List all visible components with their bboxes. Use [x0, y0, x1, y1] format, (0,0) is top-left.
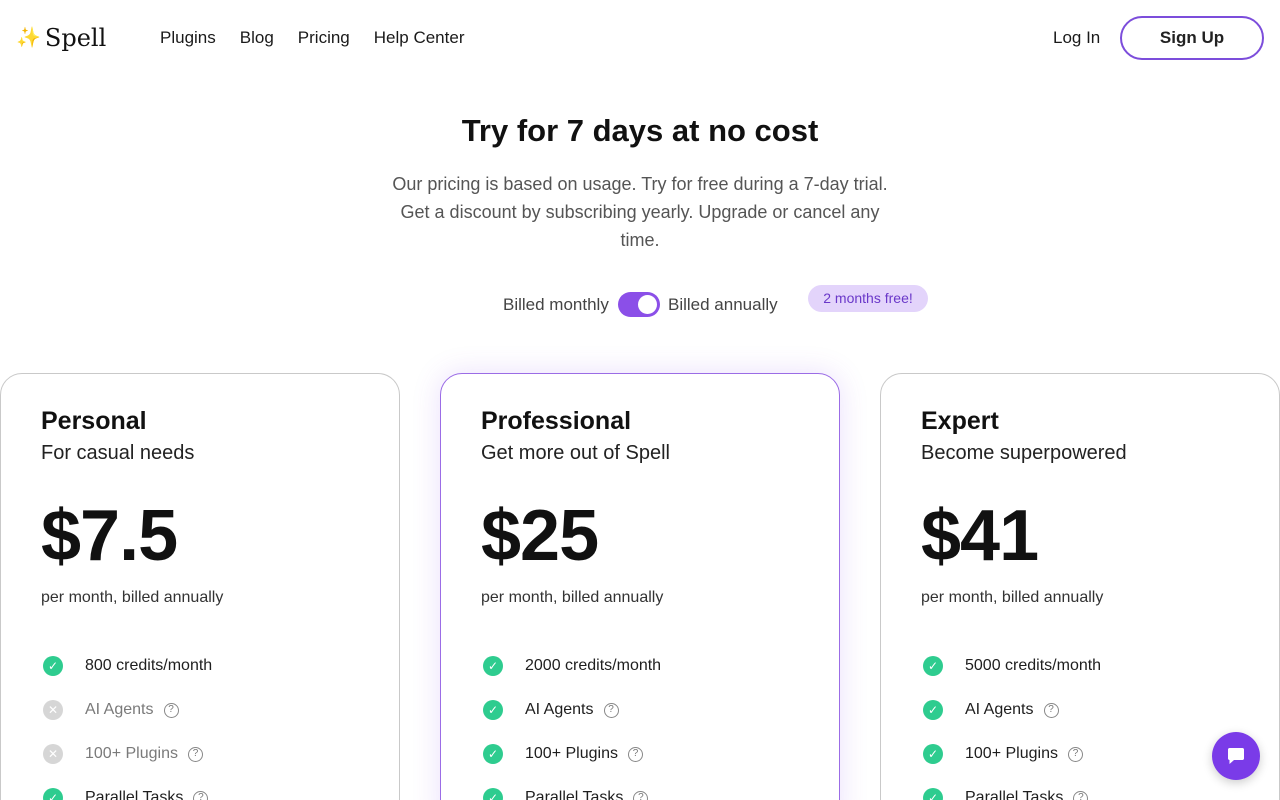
feature-item: ✕ AI Agents ? — [41, 688, 359, 732]
feature-list: ✓ 2000 credits/month ✓ AI Agents ? ✓ 100… — [481, 644, 799, 800]
plan-tagline: Get more out of Spell — [481, 442, 670, 464]
login-link[interactable]: Log In — [1053, 28, 1100, 48]
feature-item: ✓ AI Agents ? — [921, 688, 1239, 732]
plan-card-professional: Professional Get more out of Spell $25 p… — [440, 373, 840, 800]
page-subtitle: Our pricing is based on usage. Try for f… — [392, 174, 888, 250]
plan-name: Personal — [41, 407, 147, 435]
feature-text: AI Agents — [85, 701, 154, 718]
signup-button[interactable]: Sign Up — [1120, 16, 1264, 60]
feature-text: 100+ Plugins — [85, 745, 178, 762]
price-note: per month, billed annually — [921, 589, 1104, 606]
nav-link-help-center[interactable]: Help Center — [374, 28, 465, 48]
x-icon: ✕ — [43, 700, 63, 720]
sparkles-icon: ✨ — [16, 27, 41, 49]
feature-item: ✓ 100+ Plugins ? — [921, 732, 1239, 776]
check-icon: ✓ — [483, 656, 503, 676]
help-icon[interactable]: ? — [1043, 702, 1059, 718]
feature-text: Parallel Tasks — [965, 789, 1064, 800]
feature-list: ✓ 5000 credits/month ✓ AI Agents ? ✓ 100… — [921, 644, 1239, 800]
feature-item: ✓ 800 credits/month — [41, 644, 359, 688]
nav-link-pricing[interactable]: Pricing — [298, 28, 350, 48]
feature-text: Parallel Tasks — [85, 789, 184, 800]
check-icon: ✓ — [923, 788, 943, 800]
plan-tagline: Become superpowered — [921, 442, 1127, 464]
help-icon[interactable]: ? — [163, 702, 179, 718]
page-title: Try for 7 days at no cost — [461, 113, 819, 148]
feature-text: 2000 credits/month — [525, 657, 662, 674]
feature-text: Parallel Tasks — [525, 789, 624, 800]
plan-price: $41 — [921, 496, 1039, 576]
logo-text: Spell — [44, 24, 107, 52]
plan-tagline: For casual needs — [41, 442, 195, 464]
check-icon: ✓ — [483, 744, 503, 764]
feature-list: ✓ 800 credits/month ✕ AI Agents ? ✕ 100+… — [41, 644, 359, 800]
site-header: ✨ Spell Plugins Blog Pricing Help Center… — [0, 0, 1280, 76]
plan-name: Professional — [481, 407, 632, 435]
feature-text: 100+ Plugins — [965, 745, 1058, 762]
price-note: per month, billed annually — [481, 589, 664, 606]
plan-price: $7.5 — [41, 496, 178, 576]
check-icon: ✓ — [923, 700, 943, 720]
price-note: per month, billed annually — [41, 589, 224, 606]
chat-launcher-button[interactable] — [1212, 732, 1260, 780]
help-icon[interactable]: ? — [187, 746, 203, 762]
help-icon[interactable]: ? — [193, 790, 209, 800]
help-icon[interactable]: ? — [627, 746, 643, 762]
feature-item: ✓ Parallel Tasks ? — [921, 776, 1239, 800]
feature-text: AI Agents — [965, 701, 1034, 718]
billed-monthly-label[interactable]: Billed monthly — [503, 295, 609, 315]
feature-text: 100+ Plugins — [525, 745, 618, 762]
feature-item: ✕ 100+ Plugins ? — [41, 732, 359, 776]
check-icon: ✓ — [923, 656, 943, 676]
plan-name: Expert — [921, 407, 999, 435]
help-icon[interactable]: ? — [633, 790, 649, 800]
promo-badge: 2 months free! — [808, 285, 928, 312]
logo[interactable]: ✨ Spell — [16, 24, 106, 52]
check-icon: ✓ — [483, 788, 503, 800]
help-icon[interactable]: ? — [603, 702, 619, 718]
plan-card-expert: Expert Become superpowered $41 per month… — [880, 373, 1280, 800]
feature-item: ✓ Parallel Tasks ? — [41, 776, 359, 800]
check-icon: ✓ — [923, 744, 943, 764]
check-icon: ✓ — [43, 656, 63, 676]
plan-card-personal: Personal For casual needs $7.5 per month… — [0, 373, 400, 800]
feature-text: 800 credits/month — [85, 657, 213, 674]
nav-link-blog[interactable]: Blog — [240, 28, 274, 48]
feature-item: ✓ 100+ Plugins ? — [481, 732, 799, 776]
feature-text: 5000 credits/month — [965, 657, 1102, 674]
billing-toggle[interactable] — [618, 292, 660, 317]
nav-link-plugins[interactable]: Plugins — [160, 28, 216, 48]
toggle-knob — [638, 295, 657, 314]
x-icon: ✕ — [43, 744, 63, 764]
check-icon: ✓ — [483, 700, 503, 720]
check-icon: ✓ — [43, 788, 63, 800]
billed-annually-label[interactable]: Billed annually — [668, 295, 778, 315]
feature-item: ✓ Parallel Tasks ? — [481, 776, 799, 800]
plan-price: $25 — [481, 496, 599, 576]
chat-bubble-icon — [1228, 748, 1244, 764]
feature-item: ✓ AI Agents ? — [481, 688, 799, 732]
main-nav: Plugins Blog Pricing Help Center — [160, 28, 464, 48]
feature-item: ✓ 2000 credits/month — [481, 644, 799, 688]
help-icon[interactable]: ? — [1073, 790, 1089, 800]
feature-item: ✓ 5000 credits/month — [921, 644, 1239, 688]
feature-text: AI Agents — [525, 701, 594, 718]
help-icon[interactable]: ? — [1067, 746, 1083, 762]
